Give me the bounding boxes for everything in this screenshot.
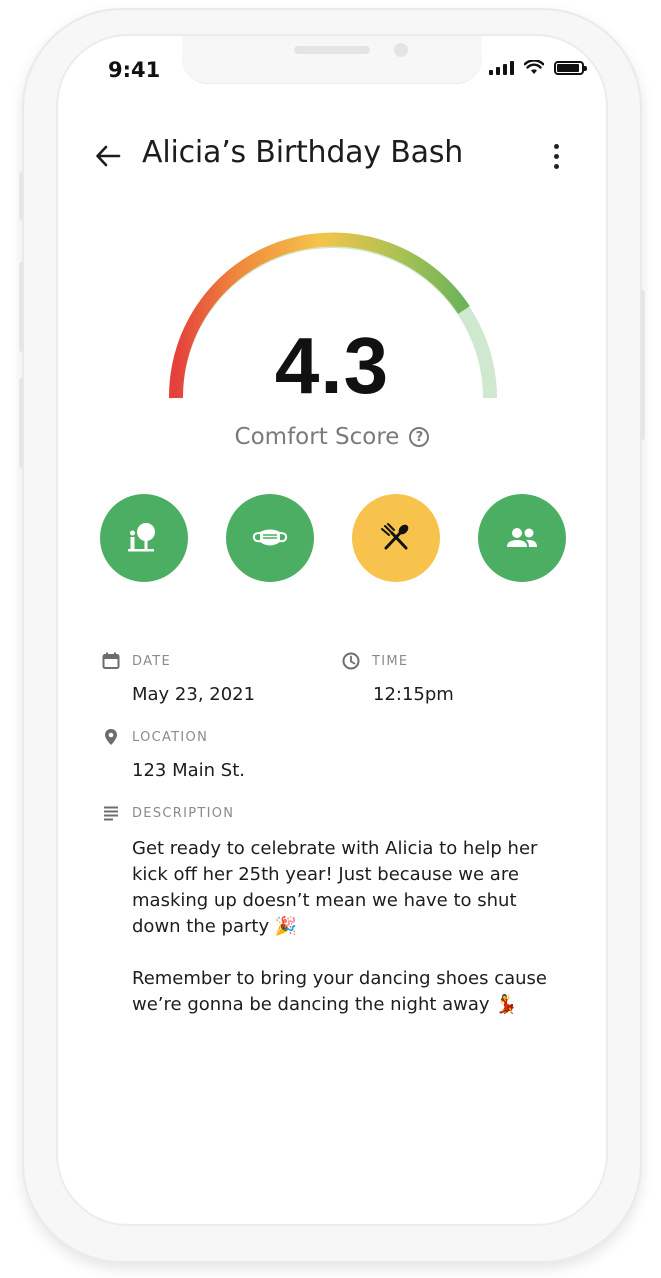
location-value: 123 Main St. (132, 760, 245, 781)
time-label: TIME (372, 653, 409, 669)
date-value: May 23, 2021 (132, 684, 256, 705)
speaker (294, 46, 370, 54)
more-vertical-icon (553, 143, 559, 149)
side-button-silent (19, 172, 24, 220)
calendar-icon (102, 652, 120, 669)
clock-icon (342, 652, 360, 670)
status-icons (489, 60, 587, 75)
side-button-power (640, 290, 645, 440)
side-button-volume-up (19, 262, 24, 352)
fork-spoon-crossed-icon (381, 523, 409, 550)
side-button-volume-down (19, 378, 24, 468)
help-icon[interactable]: ? (409, 427, 430, 447)
arrow-left-icon (96, 145, 121, 167)
comfort-score-label: Comfort Score (234, 424, 400, 450)
time-label-row: TIME (342, 652, 408, 670)
group-size-indicator[interactable] (478, 494, 566, 582)
safety-indicators (100, 494, 566, 582)
location-label-row: LOCATION (102, 728, 208, 746)
description-label-row: DESCRIPTION (102, 804, 234, 822)
location-label: LOCATION (132, 729, 209, 745)
status-time: 9:41 (108, 58, 161, 82)
text-lines-icon (104, 806, 118, 821)
food-indicator[interactable] (352, 494, 440, 582)
outdoor-indicator[interactable] (100, 494, 188, 582)
date-label-row: DATE (102, 652, 171, 670)
date-label: DATE (132, 653, 172, 669)
face-mask-icon (252, 529, 288, 546)
more-options-button[interactable] (546, 138, 566, 174)
notch (182, 36, 482, 84)
time-value: 12:15pm (373, 684, 454, 705)
battery-icon (554, 61, 587, 75)
front-camera (394, 43, 408, 57)
description-text: Get ready to celebrate with Alicia to he… (132, 836, 562, 1044)
back-button[interactable] (90, 138, 126, 174)
description-label: DESCRIPTION (132, 805, 235, 821)
page-title: Alicia’s Birthday Bash (142, 135, 464, 170)
comfort-score-label-row: Comfort Score ? (58, 424, 606, 450)
description-paragraph-1: Get ready to celebrate with Alicia to he… (132, 838, 538, 937)
outdoor-tree-person-icon (128, 523, 155, 552)
map-pin-icon (105, 729, 117, 745)
mask-indicator[interactable] (226, 494, 314, 582)
wifi-icon (524, 60, 544, 74)
cellular-signal-icon (489, 61, 514, 75)
description-paragraph-2: Remember to bring your dancing shoes cau… (132, 968, 547, 1015)
people-icon (507, 528, 537, 547)
app-header: Alicia’s Birthday Bash (58, 132, 606, 182)
phone-screen: 9:41 Alicia’s Birthday Bash 4.3 Comfort … (58, 36, 606, 1224)
comfort-score-value: 4.3 (274, 321, 390, 410)
